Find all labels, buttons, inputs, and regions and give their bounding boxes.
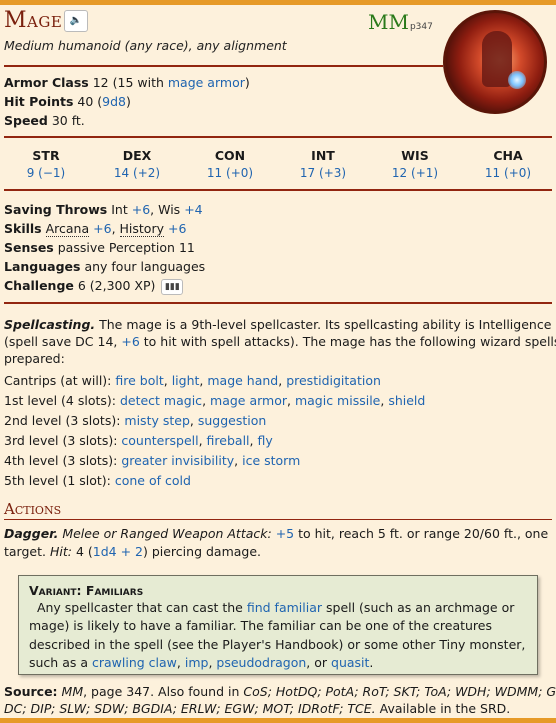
skill-history[interactable]: History <box>119 221 164 237</box>
damage-roll[interactable]: 1d4 + 2 <box>93 544 143 559</box>
monster-name: Mage <box>4 8 63 33</box>
hp-dice-link[interactable]: 9d8 <box>102 94 126 109</box>
spell-link[interactable]: counterspell <box>121 433 198 448</box>
source-abbr[interactable]: MM <box>368 10 409 34</box>
source-footer: Source: MM, page 347. Also found in CoS;… <box>4 683 556 717</box>
spell-link[interactable]: mage hand <box>207 373 278 388</box>
skill-roll[interactable]: +6 <box>93 221 111 236</box>
divider <box>4 519 552 520</box>
top-border <box>0 0 556 5</box>
spell-link[interactable]: prestidigitation <box>286 373 381 388</box>
speed-value: 30 ft. <box>51 113 85 128</box>
divider <box>4 65 443 67</box>
spell-link[interactable]: misty step <box>124 413 189 428</box>
spell-list: Cantrips (at will): fire bolt, light, ma… <box>4 373 426 488</box>
spellcasting-block: Spellcasting. The mage is a 9th-level sp… <box>4 317 556 366</box>
spell-link[interactable]: detect magic <box>120 393 202 408</box>
skills-label: Skills <box>4 221 42 236</box>
attack-roll[interactable]: +5 <box>276 526 294 541</box>
hp-label: Hit Points <box>4 94 74 109</box>
languages-label: Languages <box>4 259 81 274</box>
spell-link[interactable]: shield <box>388 393 425 408</box>
ac-value: 12 (15 with <box>92 75 164 90</box>
dagger-action: Dagger. Melee or Ranged Weapon Attack: +… <box>4 526 549 559</box>
save-roll[interactable]: +4 <box>184 202 202 217</box>
spell-link[interactable]: suggestion <box>198 413 266 428</box>
variant-title: Variant: Familiars <box>29 583 144 598</box>
divider <box>4 302 552 304</box>
ability-con: CON 11 (+0) <box>190 148 270 182</box>
spell-link[interactable]: mage armor <box>210 393 287 408</box>
bottom-border <box>0 718 556 723</box>
ability-roll[interactable]: 11 (+0) <box>190 164 270 182</box>
ability-roll[interactable]: 9 (−1) <box>6 164 86 182</box>
defense-block: Armor Class 12 (15 with mage armor) Hit … <box>4 75 250 128</box>
ability-scores: STR 9 (−1) DEX 14 (+2) CON 11 (+0) INT 17 (+… <box>4 148 552 184</box>
skill-arcana[interactable]: Arcana <box>45 221 90 237</box>
challenge-label: Challenge <box>4 278 74 293</box>
actions-heading: Actions <box>4 500 62 518</box>
ability-roll[interactable]: 14 (+2) <box>97 164 177 182</box>
ability-roll[interactable]: 17 (+3) <box>283 164 363 182</box>
spell-attack-roll[interactable]: +6 <box>121 334 139 349</box>
creature-link[interactable]: imp <box>185 655 209 670</box>
spellcasting-name: Spellcasting. <box>4 317 96 332</box>
source-book[interactable]: MM <box>62 684 84 699</box>
ability-dex: DEX 14 (+2) <box>97 148 177 182</box>
find-familiar-link[interactable]: find familiar <box>247 600 322 615</box>
ac-label: Armor Class <box>4 75 89 90</box>
mage-armor-link[interactable]: mage armor <box>168 75 245 90</box>
spell-link[interactable]: cone of cold <box>115 473 191 488</box>
hp-value: 40 ( <box>77 94 103 109</box>
spell-link[interactable]: light <box>172 373 200 388</box>
monster-subtitle: Medium humanoid (any race), any alignmen… <box>4 38 287 53</box>
spell-link[interactable]: greater invisibility <box>121 453 234 468</box>
ability-roll[interactable]: 12 (+1) <box>375 164 455 182</box>
traits-block: Saving Throws Int +6, Wis +4 Skills Arca… <box>4 202 206 295</box>
ability-roll[interactable]: 11 (+0) <box>468 164 548 182</box>
spell-link[interactable]: fly <box>257 433 272 448</box>
spell-link[interactable]: magic missile <box>295 393 380 408</box>
also-found-in[interactable]: CoS; HotDQ; PotA; RoT; SKT; ToA; WDH; WD… <box>243 684 556 699</box>
ability-str: STR 9 (−1) <box>6 148 86 182</box>
also-found-in[interactable]: DC; DIP; SLW; SDW; BGDIA; ERLW; EGW; MOT… <box>4 701 376 716</box>
spell-link[interactable]: ice storm <box>242 453 300 468</box>
variant-familiars-box: Variant: Familiars Any spellcaster that … <box>18 575 538 675</box>
saves-label: Saving Throws <box>4 202 108 217</box>
creature-link[interactable]: quasit <box>331 655 369 670</box>
creature-link[interactable]: pseudodragon <box>216 655 306 670</box>
bar-chart-icon[interactable]: ▮▮▮ <box>161 278 184 295</box>
creature-link[interactable]: crawling claw <box>92 655 177 670</box>
divider <box>4 136 552 138</box>
speaker-icon[interactable]: 🔈 <box>64 10 88 32</box>
divider <box>4 189 552 191</box>
source-page: p347 <box>409 22 433 32</box>
source-badge[interactable]: MMp347 <box>368 10 433 34</box>
ability-int: INT 17 (+3) <box>283 148 363 182</box>
dagger-name: Dagger. <box>4 526 59 541</box>
spell-link[interactable]: fire bolt <box>115 373 163 388</box>
ability-cha: CHA 11 (+0) <box>468 148 548 182</box>
spell-link[interactable]: fireball <box>207 433 250 448</box>
ability-wis: WIS 12 (+1) <box>375 148 455 182</box>
senses-label: Senses <box>4 240 54 255</box>
skill-roll[interactable]: +6 <box>168 221 186 236</box>
save-roll[interactable]: +6 <box>132 202 150 217</box>
speed-label: Speed <box>4 113 48 128</box>
